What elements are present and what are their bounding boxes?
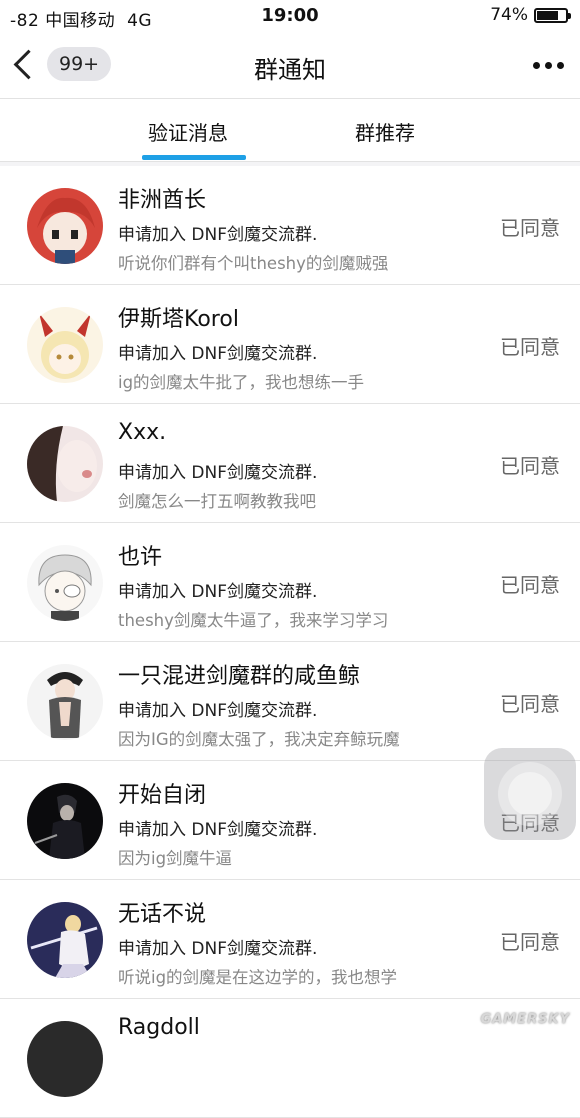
applicant-name: 伊斯塔Korol: [118, 307, 239, 332]
request-message: 因为IG的剑魔太强了，我决定弃鲸玩魔: [118, 730, 400, 749]
list-item[interactable]: Xxx. 申请加入 DNF剑魔交流群. 剑魔怎么一打五啊教教我吧 已同意: [0, 404, 580, 523]
request-message: 因为ig剑魔牛逼: [118, 849, 233, 868]
status-bar: -82 中国移动 4G 19:00 74%: [0, 0, 580, 32]
more-dot-icon: [545, 62, 552, 69]
list-item[interactable]: 无话不说 申请加入 DNF剑魔交流群. 听说ig的剑魔是在这边学的，我也想学 已…: [0, 880, 580, 999]
status-label: 已同意: [500, 692, 560, 716]
avatar: [27, 664, 103, 740]
status-label: 已同意: [500, 335, 560, 359]
more-dot-icon: [533, 62, 540, 69]
applicant-name: Xxx.: [118, 420, 167, 445]
request-text: 申请加入 DNF剑魔交流群.: [118, 939, 318, 959]
assistive-touch-button[interactable]: [484, 748, 576, 840]
watermark-logo: GAMERSKY: [480, 1012, 570, 1027]
applicant-name: 非洲酋长: [118, 188, 207, 213]
status-right: 74%: [490, 5, 571, 25]
avatar: [27, 188, 103, 264]
applicant-name: 也许: [118, 545, 163, 570]
request-message: 剑魔怎么一打五啊教教我吧: [118, 492, 316, 511]
list-item[interactable]: 非洲酋长 申请加入 DNF剑魔交流群. 听说你们群有个叫theshy的剑魔贼强 …: [0, 166, 580, 285]
request-text: 申请加入 DNF剑魔交流群.: [118, 463, 318, 483]
request-text: 申请加入 DNF剑魔交流群.: [118, 701, 318, 721]
more-button[interactable]: [533, 62, 564, 69]
request-text: 申请加入 DNF剑魔交流群.: [118, 582, 318, 602]
request-text: 申请加入 DNF剑魔交流群.: [118, 820, 318, 840]
page-title: 群通知: [254, 56, 326, 84]
avatar: [27, 545, 103, 621]
notification-list: 非洲酋长 申请加入 DNF剑魔交流群. 听说你们群有个叫theshy的剑魔贼强 …: [0, 166, 580, 1118]
list-item[interactable]: 也许 申请加入 DNF剑魔交流群. theshy剑魔太牛逼了，我来学习学习 已同…: [0, 523, 580, 642]
tab-group-recommend[interactable]: 群推荐: [355, 117, 415, 146]
assistive-touch-core-icon: [508, 772, 552, 816]
request-text: 申请加入 DNF剑魔交流群.: [118, 344, 318, 364]
applicant-name: 一只混进剑魔群的咸鱼鲸: [118, 664, 361, 689]
avatar: [27, 426, 103, 502]
request-message: 听说ig的剑魔是在这边学的，我也想学: [118, 968, 398, 987]
battery-icon: [534, 7, 571, 23]
list-item[interactable]: 伊斯塔Korol 申请加入 DNF剑魔交流群. ig的剑魔太牛批了，我也想练一手…: [0, 285, 580, 404]
status-label: 已同意: [500, 573, 560, 597]
applicant-name: Ragdoll: [118, 1015, 200, 1040]
tab-active-indicator: [142, 155, 246, 160]
status-label: 已同意: [500, 216, 560, 240]
tab-verify-messages[interactable]: 验证消息: [148, 117, 228, 146]
battery-fill: [537, 10, 558, 20]
more-dot-icon: [557, 62, 564, 69]
list-item[interactable]: 一只混进剑魔群的咸鱼鲸 申请加入 DNF剑魔交流群. 因为IG的剑魔太强了，我决…: [0, 642, 580, 761]
request-text: 申请加入 DNF剑魔交流群.: [118, 225, 318, 245]
request-message: ig的剑魔太牛批了，我也想练一手: [118, 373, 365, 392]
nav-bar: 99+ 群通知: [0, 32, 580, 99]
avatar: [27, 307, 103, 383]
avatar: [27, 1021, 103, 1097]
applicant-name: 无话不说: [118, 902, 207, 927]
avatar: [27, 783, 103, 859]
status-label: 已同意: [500, 930, 560, 954]
request-message: 听说你们群有个叫theshy的剑魔贼强: [118, 254, 389, 273]
applicant-name: 开始自闭: [118, 783, 207, 808]
request-message: theshy剑魔太牛逼了，我来学习学习: [118, 611, 389, 630]
battery-percent: 74%: [490, 5, 528, 25]
status-label: 已同意: [500, 454, 560, 478]
avatar: [27, 902, 103, 978]
tab-bar: 验证消息 群推荐: [0, 99, 580, 162]
